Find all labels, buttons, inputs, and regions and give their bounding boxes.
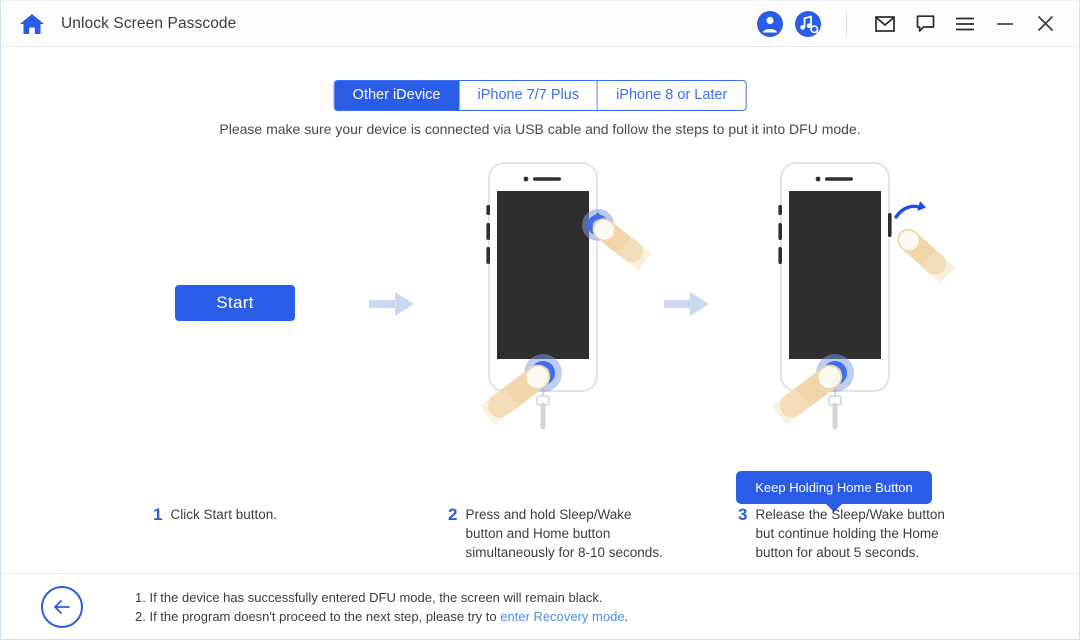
step-text: Release the Sleep/Wake button but contin…: [755, 507, 945, 560]
title-bar: Unlock Screen Passcode: [1, 1, 1079, 47]
step-text: Press and hold Sleep/Wake button and Hom…: [465, 507, 663, 560]
step-caption-1: 1 Click Start button.: [153, 505, 277, 524]
page-title: Unlock Screen Passcode: [61, 14, 237, 32]
phone-illustration-step2: [471, 157, 661, 447]
footer-note-2: 2. If the program doesn't proceed to the…: [135, 607, 628, 626]
feedback-icon[interactable]: [905, 9, 945, 39]
footer-note-2-suffix: .: [624, 608, 629, 624]
lead-instruction: Please make sure your device is connecte…: [219, 121, 861, 137]
step-captions: 1 Click Start button. 2 Press and hold S…: [1, 502, 1079, 582]
steps-illustration-row: Start Keep Holding Home Button: [1, 157, 1079, 504]
flow-arrow-icon: [664, 292, 709, 316]
step-number: 3: [738, 505, 748, 524]
tab-iphone-8-or-later[interactable]: iPhone 8 or Later: [598, 81, 746, 110]
footer-note-1: 1. If the device has successfully entere…: [135, 589, 603, 605]
phone-illustration-step3: [763, 157, 963, 447]
step-caption-2: 2 Press and hold Sleep/Wake button and H…: [448, 505, 678, 562]
minimize-icon[interactable]: [985, 9, 1025, 39]
enter-recovery-mode-link[interactable]: enter Recovery mode: [500, 609, 624, 624]
back-button[interactable]: [41, 585, 83, 628]
step-number: 1: [153, 505, 163, 524]
titlebar-divider: [846, 10, 847, 37]
account-icon[interactable]: [756, 10, 784, 38]
step-caption-3: 3 Release the Sleep/Wake button but cont…: [738, 505, 968, 562]
mail-icon[interactable]: [865, 9, 905, 39]
music-search-icon[interactable]: [794, 10, 822, 38]
footer-notes: 1. If the device has successfully entere…: [135, 588, 628, 626]
home-icon[interactable]: [19, 12, 45, 36]
titlebar-actions: [746, 9, 1065, 39]
main-content: Other iDevice iPhone 7/7 Plus iPhone 8 o…: [1, 47, 1079, 573]
step-text: Click Start button.: [170, 507, 278, 522]
close-icon[interactable]: [1025, 9, 1065, 39]
footer-bar: 1. If the device has successfully entere…: [1, 573, 1079, 639]
back-arrow-icon: [54, 599, 70, 614]
tab-iphone-7[interactable]: iPhone 7/7 Plus: [459, 81, 599, 110]
device-tabs: Other iDevice iPhone 7/7 Plus iPhone 8 o…: [333, 80, 747, 111]
menu-icon[interactable]: [945, 9, 985, 39]
app-window: Unlock Screen Passcode Other iDevice iPh…: [0, 0, 1080, 640]
step-number: 2: [448, 505, 458, 524]
flow-arrow-icon: [369, 292, 414, 316]
tab-other-idevice[interactable]: Other iDevice: [334, 81, 460, 110]
keep-holding-tooltip: Keep Holding Home Button: [736, 471, 932, 504]
footer-note-2-prefix: 2. If the program doesn't proceed to the…: [135, 608, 501, 624]
start-button[interactable]: Start: [175, 285, 295, 321]
